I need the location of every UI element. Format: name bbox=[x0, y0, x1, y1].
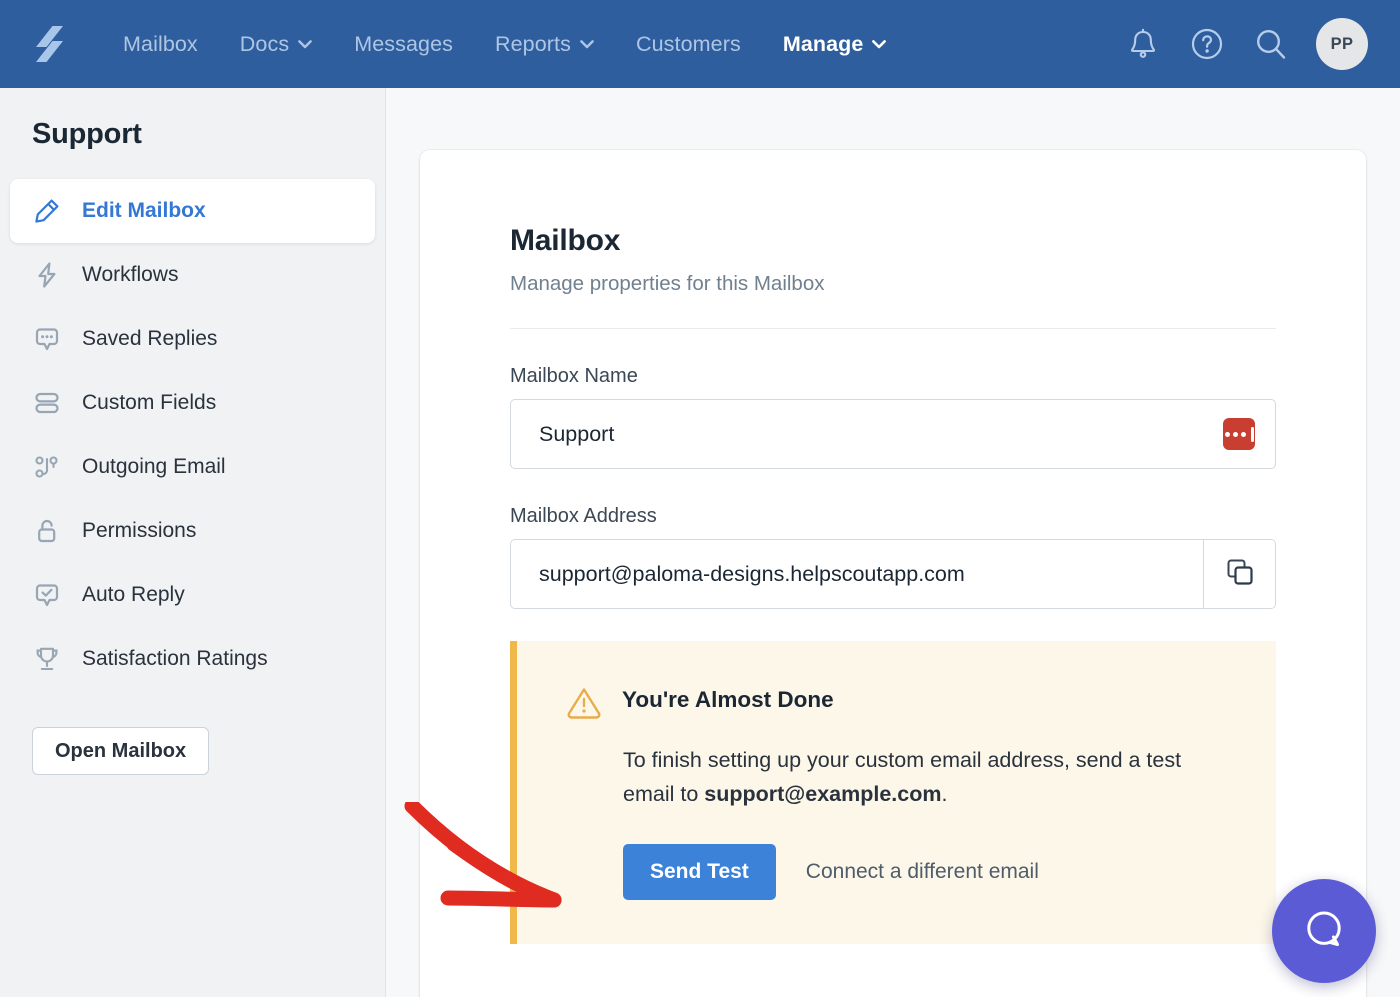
sidebar-item-label: Saved Replies bbox=[82, 327, 218, 350]
chevron-down-icon bbox=[298, 39, 312, 49]
avatar-initials: PP bbox=[1330, 34, 1354, 53]
chevron-down-icon bbox=[580, 39, 594, 49]
notification-bell-icon[interactable] bbox=[1124, 25, 1162, 63]
helpscout-logo-icon[interactable] bbox=[26, 21, 72, 67]
nav-link-label: Manage bbox=[782, 31, 864, 56]
mailbox-address-field[interactable] bbox=[510, 539, 1276, 609]
sidebar-item-custom-fields[interactable]: Custom Fields bbox=[10, 371, 375, 435]
pencil-icon bbox=[32, 197, 62, 225]
sidebar-item-workflows[interactable]: Workflows bbox=[10, 243, 375, 307]
mailbox-name-label: Mailbox Name bbox=[510, 365, 638, 387]
callout-actions: Send Test Connect a different email bbox=[623, 843, 1236, 900]
chat-bubble-icon bbox=[1301, 906, 1347, 957]
connect-different-email-link[interactable]: Connect a different email bbox=[806, 860, 1039, 884]
nav-link-mailbox[interactable]: Mailbox bbox=[102, 32, 219, 57]
sidebar-item-label: Workflows bbox=[82, 263, 179, 286]
page-subtitle: Manage properties for this Mailbox bbox=[510, 272, 825, 295]
sidebar-nav-list: Edit Mailbox Workflows Saved Replies Cus… bbox=[0, 179, 385, 691]
sidebar-item-permissions[interactable]: Permissions bbox=[10, 499, 375, 563]
open-mailbox-button[interactable]: Open Mailbox bbox=[32, 727, 210, 775]
callout-header: You're Almost Done bbox=[565, 685, 1236, 724]
sidebar-item-auto-reply[interactable]: Auto Reply bbox=[10, 563, 375, 627]
sidebar-item-label: Auto Reply bbox=[82, 583, 185, 606]
nav-link-label: Docs bbox=[239, 31, 290, 56]
nav-right-actions: PP bbox=[1124, 18, 1378, 70]
header-divider bbox=[510, 328, 1276, 329]
primary-nav-links: Mailbox Docs Messages Reports Customers … bbox=[102, 32, 907, 57]
search-icon[interactable] bbox=[1252, 25, 1290, 63]
mailbox-settings-card: Mailbox Manage properties for this Mailb… bbox=[420, 150, 1366, 997]
mailbox-name-input[interactable] bbox=[511, 400, 1223, 468]
top-navigation-bar: Mailbox Docs Messages Reports Customers … bbox=[0, 0, 1400, 88]
stacked-bars-icon bbox=[32, 389, 62, 417]
chat-dots-icon bbox=[32, 325, 62, 353]
nav-link-label: Mailbox bbox=[123, 31, 198, 56]
sidebar-item-label: Outgoing Email bbox=[82, 455, 226, 478]
nav-link-docs[interactable]: Docs bbox=[219, 32, 333, 57]
nav-link-label: Customers bbox=[635, 31, 741, 56]
check-bubble-icon bbox=[32, 581, 62, 609]
mailbox-address-input[interactable] bbox=[511, 540, 1203, 608]
almost-done-callout: You're Almost Done To finish setting up … bbox=[510, 641, 1276, 944]
nav-link-messages[interactable]: Messages bbox=[333, 32, 474, 57]
sidebar-item-outgoing-email[interactable]: Outgoing Email bbox=[10, 435, 375, 499]
callout-body-suffix: . bbox=[941, 781, 948, 806]
mailbox-color-swatch-button[interactable] bbox=[1223, 400, 1275, 468]
callout-body-email: support@example.com bbox=[704, 781, 942, 806]
nav-link-label: Reports bbox=[494, 31, 571, 56]
mailbox-color-swatch-icon bbox=[1223, 418, 1255, 450]
sidebar-item-label: Edit Mailbox bbox=[82, 199, 206, 222]
sidebar-item-satisfaction-ratings[interactable]: Satisfaction Ratings bbox=[10, 627, 375, 691]
chevron-down-icon bbox=[872, 39, 887, 49]
page-body: Support Edit Mailbox Workflows Saved Rep… bbox=[0, 88, 1400, 997]
beacon-chat-button[interactable] bbox=[1272, 879, 1376, 983]
nav-link-reports[interactable]: Reports bbox=[474, 32, 615, 57]
nav-link-manage[interactable]: Manage bbox=[762, 32, 908, 57]
open-mailbox-label: Open Mailbox bbox=[55, 739, 187, 762]
help-circle-icon[interactable] bbox=[1188, 25, 1226, 63]
mailbox-name-field[interactable] bbox=[510, 399, 1276, 469]
nav-link-customers[interactable]: Customers bbox=[615, 32, 762, 57]
callout-body: To finish setting up your custom email a… bbox=[623, 744, 1236, 812]
main-content: Mailbox Manage properties for this Mailb… bbox=[386, 88, 1400, 997]
sidebar: Support Edit Mailbox Workflows Saved Rep… bbox=[0, 88, 386, 997]
sidebar-item-label: Satisfaction Ratings bbox=[82, 647, 268, 670]
outgoing-email-icon bbox=[32, 453, 62, 481]
sidebar-title: Support bbox=[32, 118, 142, 150]
sidebar-item-edit-mailbox[interactable]: Edit Mailbox bbox=[10, 179, 375, 243]
sidebar-item-label: Permissions bbox=[82, 519, 197, 542]
sidebar-item-label: Custom Fields bbox=[82, 391, 217, 414]
send-test-button[interactable]: Send Test bbox=[623, 843, 776, 900]
copy-icon bbox=[1225, 557, 1255, 592]
avatar[interactable]: PP bbox=[1316, 18, 1368, 70]
unlock-icon bbox=[32, 517, 62, 545]
page-title: Mailbox bbox=[510, 224, 621, 257]
copy-address-button[interactable] bbox=[1203, 540, 1275, 608]
mailbox-address-label: Mailbox Address bbox=[510, 505, 657, 527]
lightning-bolt-icon bbox=[32, 261, 62, 289]
sidebar-item-saved-replies[interactable]: Saved Replies bbox=[10, 307, 375, 371]
callout-title: You're Almost Done bbox=[622, 687, 834, 712]
warning-triangle-icon bbox=[565, 685, 603, 724]
trophy-icon bbox=[32, 645, 62, 673]
nav-link-label: Messages bbox=[354, 31, 453, 56]
